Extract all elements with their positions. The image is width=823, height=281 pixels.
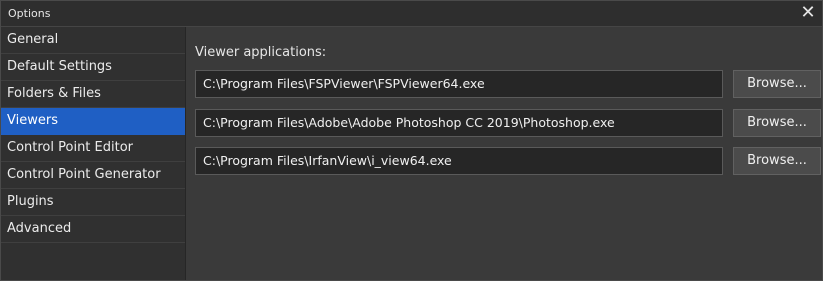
close-icon[interactable]: ✕	[798, 2, 818, 24]
sidebar-item-default-settings[interactable]: Default Settings	[1, 54, 185, 81]
viewer-path-field-3[interactable]: C:\Program Files\IrfanView\i_view64.exe	[195, 147, 723, 175]
viewer-row-2: C:\Program Files\Adobe\Adobe Photoshop C…	[195, 109, 822, 139]
sidebar-item-plugins[interactable]: Plugins	[1, 189, 185, 216]
sidebar-item-viewers[interactable]: Viewers	[1, 108, 185, 135]
viewer-path-field-2[interactable]: C:\Program Files\Adobe\Adobe Photoshop C…	[195, 109, 723, 137]
window-title: Options	[8, 7, 51, 20]
category-sidebar: General Default Settings Folders & Files…	[1, 27, 186, 280]
viewer-applications-heading: Viewer applications:	[195, 45, 327, 60]
viewer-row-3: C:\Program Files\IrfanView\i_view64.exe …	[195, 147, 822, 177]
sidebar-item-control-point-generator[interactable]: Control Point Generator	[1, 162, 185, 189]
browse-button-2[interactable]: Browse...	[733, 109, 821, 137]
sidebar-item-general[interactable]: General	[1, 27, 185, 54]
viewers-panel: Viewer applications: C:\Program Files\FS…	[187, 27, 822, 280]
sidebar-item-control-point-editor[interactable]: Control Point Editor	[1, 135, 185, 162]
browse-button-1[interactable]: Browse...	[733, 70, 821, 98]
viewer-row-1: C:\Program Files\FSPViewer\FSPViewer64.e…	[195, 70, 822, 100]
sidebar-item-folders-files[interactable]: Folders & Files	[1, 81, 185, 108]
options-window: Options ✕ General Default Settings Folde…	[0, 0, 823, 281]
viewer-path-field-1[interactable]: C:\Program Files\FSPViewer\FSPViewer64.e…	[195, 70, 723, 98]
title-bar: Options ✕	[1, 1, 822, 27]
browse-button-3[interactable]: Browse...	[733, 147, 821, 175]
sidebar-item-advanced[interactable]: Advanced	[1, 216, 185, 243]
